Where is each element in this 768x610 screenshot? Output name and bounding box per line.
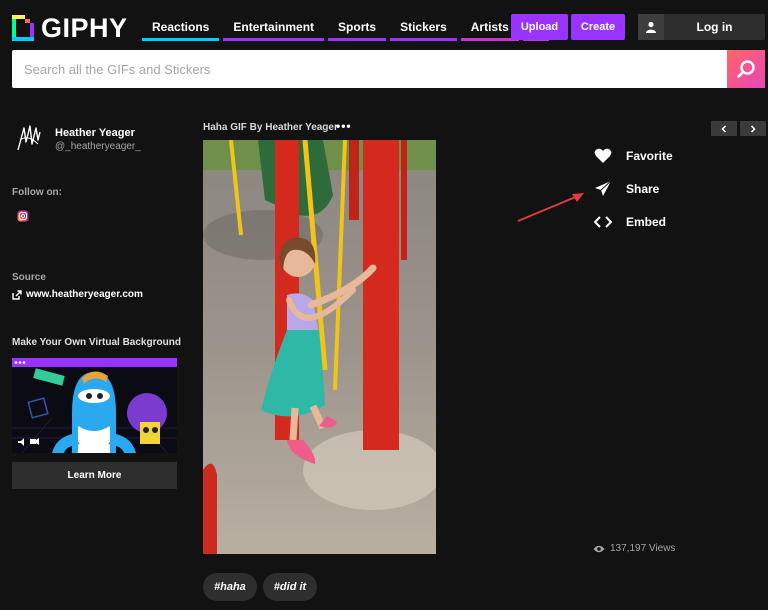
create-button[interactable]: Create	[571, 14, 625, 40]
nav-reactions[interactable]: Reactions	[142, 14, 220, 41]
embed-label: Embed	[626, 215, 667, 229]
share-label: Share	[626, 182, 660, 196]
paper-plane-icon	[594, 180, 612, 198]
learn-more-button[interactable]: Learn More	[12, 462, 177, 489]
virtual-background-title: Make Your Own Virtual Background	[12, 337, 181, 348]
chevron-left-icon	[721, 124, 727, 133]
views-text: 137,197 Views	[610, 543, 676, 554]
search-input[interactable]	[12, 50, 728, 88]
tag-did-it[interactable]: #did it	[262, 573, 318, 601]
user-icon	[638, 14, 664, 40]
search-button[interactable]	[727, 50, 765, 88]
giphy-logo-icon[interactable]	[12, 15, 34, 41]
share-button[interactable]: Share	[594, 180, 659, 198]
login-button[interactable]: Log in	[638, 14, 765, 40]
embed-button[interactable]: Embed	[594, 213, 666, 231]
favorite-label: Favorite	[626, 149, 673, 163]
gif-title: Haha GIF By Heather Yeager	[203, 122, 338, 133]
main-nav: Reactions Entertainment Sports Stickers …	[142, 14, 549, 41]
nav-stickers[interactable]: Stickers	[390, 14, 457, 41]
gif-navigation	[711, 121, 766, 136]
views-count: 137,197 Views	[593, 543, 675, 554]
code-brackets-icon	[594, 213, 612, 231]
monster-illustration	[12, 361, 177, 453]
tag-haha[interactable]: #haha	[203, 573, 257, 601]
instagram-icon[interactable]	[17, 210, 29, 222]
follow-label: Follow on:	[12, 187, 62, 198]
user-handle[interactable]: @_heatheryeager_	[55, 141, 141, 152]
virtual-background-image[interactable]	[12, 358, 177, 453]
source-link-text: www.heatheryeager.com	[26, 289, 143, 300]
source-label: Source	[12, 272, 46, 283]
next-gif-button[interactable]	[740, 121, 766, 136]
eye-icon	[593, 545, 605, 552]
login-label: Log in	[696, 20, 733, 34]
logo-text[interactable]: GIPHY	[41, 13, 128, 44]
nav-sports[interactable]: Sports	[328, 14, 387, 41]
search-bar	[12, 50, 728, 88]
upload-button[interactable]: Upload	[511, 14, 568, 40]
search-icon	[737, 60, 755, 78]
external-link-icon	[12, 289, 22, 300]
nav-entertainment[interactable]: Entertainment	[223, 14, 324, 41]
user-name[interactable]: Heather Yeager	[55, 127, 135, 139]
previous-gif-button[interactable]	[711, 121, 737, 136]
tag-list: #haha #did it	[203, 573, 318, 601]
source-link[interactable]: www.heatheryeager.com	[12, 289, 143, 300]
gif-more-options-button[interactable]: •••	[336, 119, 352, 133]
annotation-arrow	[517, 193, 584, 222]
chevron-right-icon	[750, 124, 756, 133]
heart-icon	[594, 147, 612, 165]
avatar[interactable]	[12, 120, 48, 156]
gif-image[interactable]	[203, 140, 436, 554]
gif-scene	[203, 140, 436, 554]
favorite-button[interactable]: Favorite	[594, 147, 673, 165]
